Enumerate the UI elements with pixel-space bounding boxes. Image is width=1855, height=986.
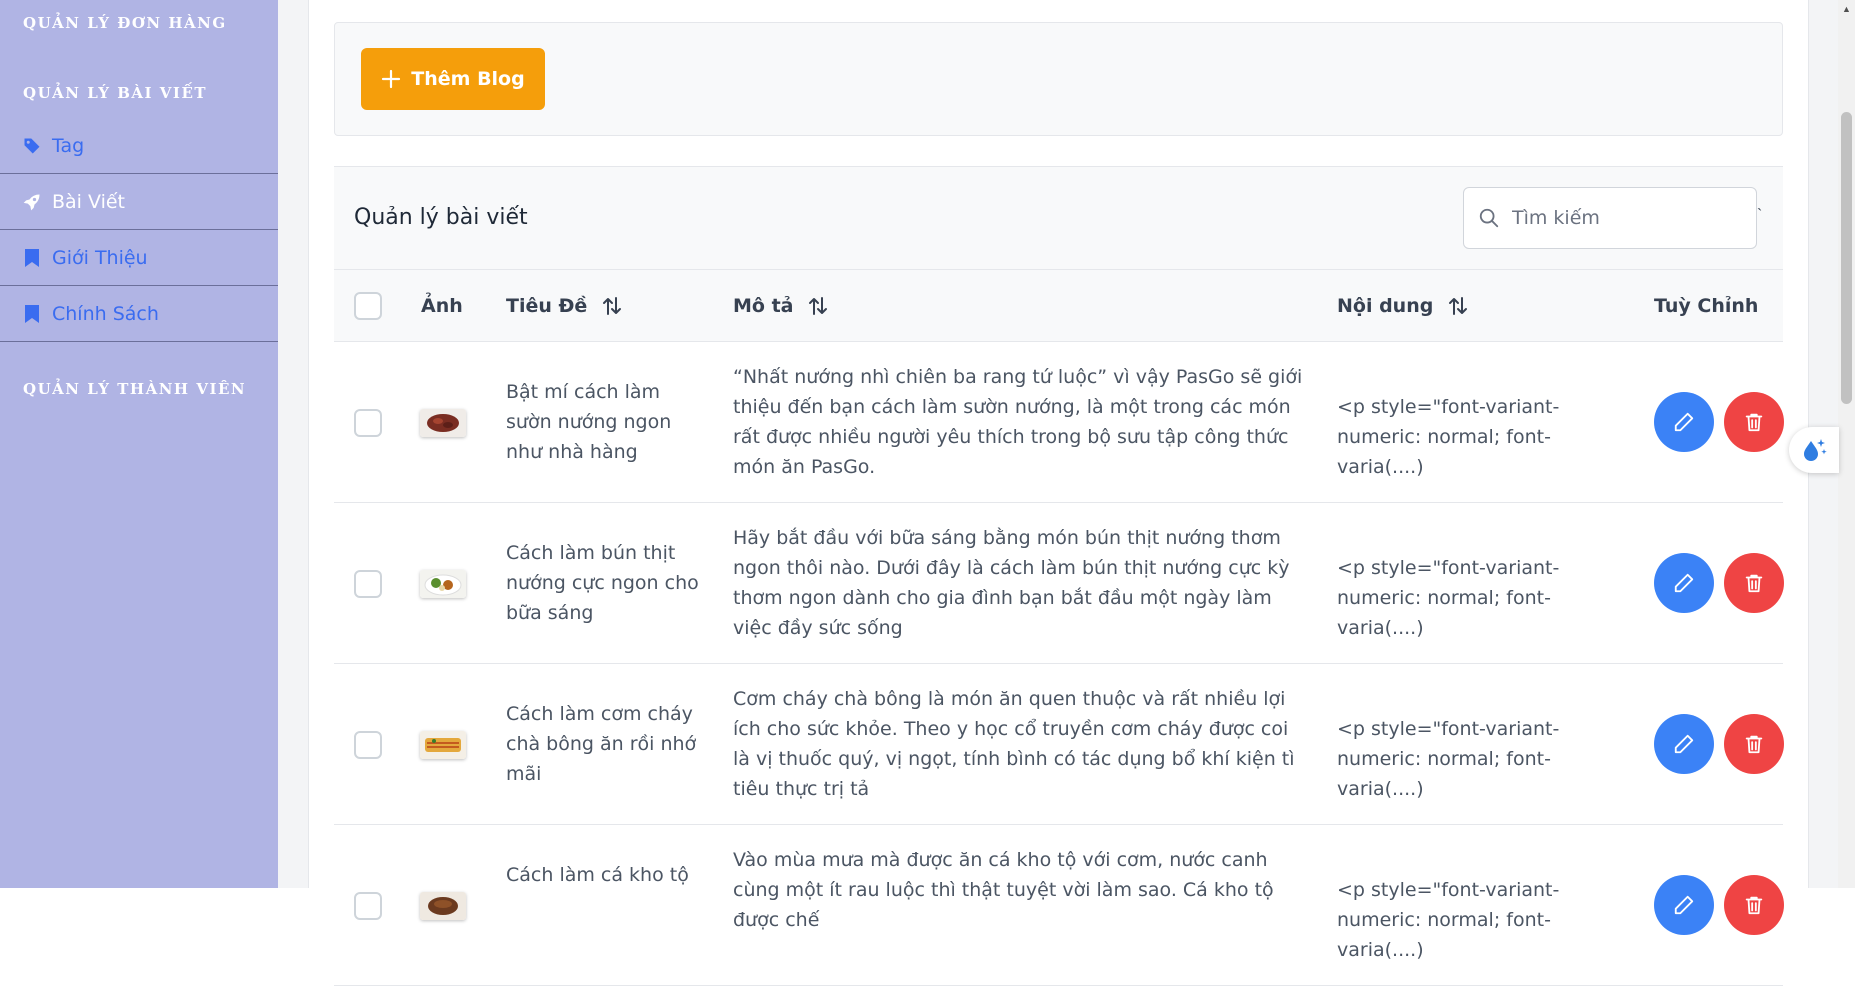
sort-icon[interactable] — [601, 295, 623, 317]
sidebar-item-label: Chính Sách — [52, 302, 159, 325]
bookmark-icon — [22, 248, 42, 268]
post-thumbnail — [420, 409, 466, 437]
delete-button[interactable] — [1724, 714, 1784, 774]
post-thumbnail — [420, 570, 466, 598]
water-drop-sparkle-icon — [1804, 439, 1827, 461]
post-description: Hãy bắt đầu với bữa sáng bằng món bún th… — [733, 527, 1290, 639]
column-header-actions: Tuỳ Chỉnh — [1654, 295, 1758, 317]
table-row: Cách làm cơm cháy chà bông ăn rồi nhớ mã… — [334, 664, 1784, 825]
sidebar-item-chinh-sach[interactable]: Chính Sách — [0, 286, 278, 342]
edit-button[interactable] — [1654, 553, 1714, 613]
edit-button[interactable] — [1654, 392, 1714, 452]
column-header-desc-label: Mô tả — [733, 295, 794, 317]
add-blog-button[interactable]: Thêm Blog — [361, 48, 545, 110]
tag-icon — [22, 136, 42, 156]
row-checkbox[interactable] — [354, 409, 382, 437]
table-row: Bật mí cách làm sườn nướng ngon như nhà … — [334, 342, 1784, 503]
sidebar-item-label: Giới Thiệu — [52, 246, 148, 269]
delete-button[interactable] — [1724, 553, 1784, 613]
post-description: Vào mùa mưa mà được ăn cá kho tộ với cơm… — [733, 849, 1274, 931]
search-icon — [1479, 208, 1499, 228]
table-row: Cách làm cá kho tộ Vào mùa mưa mà được ă… — [334, 825, 1784, 986]
post-content: <p style="font-variant-numeric: normal; … — [1337, 396, 1560, 478]
pencil-icon — [1674, 895, 1694, 915]
post-content: <p style="font-variant-numeric: normal; … — [1337, 718, 1560, 800]
search-input[interactable] — [1512, 207, 1732, 229]
add-blog-label: Thêm Blog — [411, 68, 525, 90]
trash-icon — [1745, 413, 1763, 432]
post-title: Bật mí cách làm sườn nướng ngon như nhà … — [506, 381, 672, 463]
section-title-posts[interactable]: QUẢN LÝ BÀI VIẾT — [23, 84, 207, 102]
post-content: <p style="font-variant-numeric: normal; … — [1337, 879, 1560, 961]
sidebar: QUẢN LÝ ĐƠN HÀNG QUẢN LÝ BÀI VIẾT Tag Bà… — [0, 0, 278, 888]
toolbar: Thêm Blog — [334, 22, 1783, 136]
edit-button[interactable] — [1654, 875, 1714, 935]
sidebar-item-label: Tag — [52, 134, 85, 157]
sidebar-item-tag[interactable]: Tag — [0, 118, 278, 174]
header-tick-mark: ` — [1757, 207, 1763, 224]
column-header-actions-label: Tuỳ Chỉnh — [1654, 295, 1759, 317]
posts-panel: Quản lý bài viết ` Ảnh Tiêu Đề Mô tả Nội… — [334, 166, 1784, 986]
post-thumbnail — [420, 731, 466, 759]
row-checkbox[interactable] — [354, 892, 382, 920]
column-header-desc[interactable]: Mô tả — [733, 295, 829, 317]
post-title: Cách làm cơm cháy chà bông ăn rồi nhớ mã… — [506, 703, 697, 785]
section-title-orders[interactable]: QUẢN LÝ ĐƠN HÀNG — [23, 14, 227, 32]
select-all-checkbox[interactable] — [354, 292, 382, 320]
row-checkbox[interactable] — [354, 570, 382, 598]
plus-icon — [382, 69, 401, 89]
trash-icon — [1745, 896, 1763, 915]
delete-button[interactable] — [1724, 875, 1784, 935]
post-thumbnail — [420, 892, 466, 920]
column-header-image-label: Ảnh — [421, 295, 463, 317]
edit-button[interactable] — [1654, 714, 1714, 774]
sidebar-item-bai-viet[interactable]: Bài Viết — [0, 174, 278, 230]
rocket-icon — [22, 192, 42, 212]
row-checkbox[interactable] — [354, 731, 382, 759]
post-title: Cách làm bún thịt nướng cực ngon cho bữa… — [506, 542, 699, 624]
sidebar-item-label: Bài Viết — [52, 190, 125, 213]
content-gutter — [278, 0, 308, 888]
post-description: Cơm cháy chà bông là món ăn quen thuộc v… — [733, 688, 1295, 800]
sort-icon[interactable] — [1447, 295, 1469, 317]
column-header-content[interactable]: Nội dung — [1337, 295, 1469, 317]
post-description: “Nhất nướng nhì chiên ba rang tứ luộc” v… — [733, 366, 1303, 478]
table-header: Ảnh Tiêu Đề Mô tả Nội dung Tuỳ Chỉnh — [334, 270, 1783, 342]
pencil-icon — [1674, 412, 1694, 432]
post-title: Cách làm cá kho tộ — [506, 864, 689, 886]
column-header-title[interactable]: Tiêu Đề — [506, 295, 623, 317]
column-header-content-label: Nội dung — [1337, 295, 1434, 317]
pencil-icon — [1674, 573, 1694, 593]
trash-icon — [1745, 735, 1763, 754]
scroll-up-arrow-icon[interactable]: ▲ — [1838, 0, 1855, 17]
column-header-image: Ảnh — [421, 295, 463, 317]
section-title-members[interactable]: QUẢN LÝ THÀNH VIÊN — [23, 380, 246, 398]
post-content: <p style="font-variant-numeric: normal; … — [1337, 557, 1560, 639]
search-box[interactable] — [1463, 187, 1757, 249]
floating-extension-button[interactable] — [1789, 427, 1839, 473]
panel-title: Quản lý bài viết — [354, 205, 528, 230]
panel-header: Quản lý bài viết ` — [334, 167, 1783, 270]
trash-icon — [1745, 574, 1763, 593]
table-row: Cách làm bún thịt nướng cực ngon cho bữa… — [334, 503, 1784, 664]
pencil-icon — [1674, 734, 1694, 754]
scrollbar-thumb[interactable] — [1841, 112, 1852, 404]
sort-icon[interactable] — [807, 295, 829, 317]
delete-button[interactable] — [1724, 392, 1784, 452]
bookmark-icon — [22, 304, 42, 324]
column-header-title-label: Tiêu Đề — [506, 295, 588, 317]
sidebar-item-gioi-thieu[interactable]: Giới Thiệu — [0, 230, 278, 286]
